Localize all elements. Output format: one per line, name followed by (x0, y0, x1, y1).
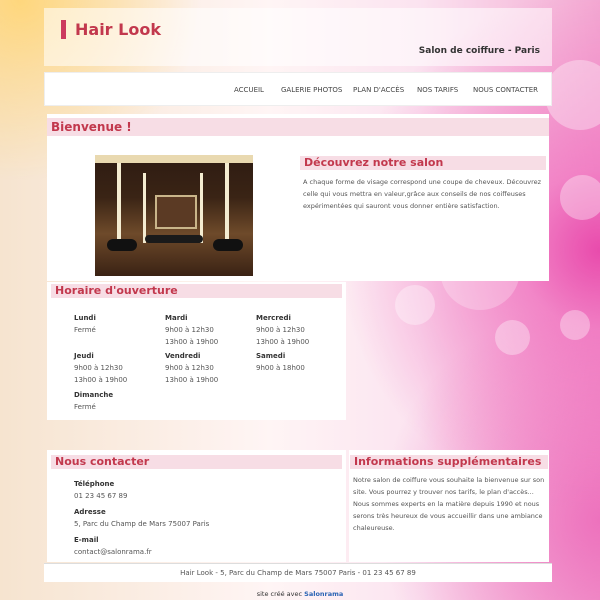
nav-item-accueil[interactable]: ACCUEIL (234, 86, 264, 94)
header: Hair Look Salon de coiffure - Paris (44, 8, 552, 66)
day-label: Lundi (74, 314, 96, 322)
info-text: Notre salon de coiffure vous souhaite la… (353, 476, 545, 532)
credit-prefix: site créé avec (256, 590, 305, 598)
hours-value: 13h00 à 19h00 (165, 376, 219, 384)
day-label: Mardi (165, 314, 188, 322)
site-credit: site créé avec Salonrama (0, 590, 600, 598)
contact-panel: Nous contacter Téléphone 01 23 45 67 89 … (47, 450, 346, 562)
hours-day: Dimanche Fermé (74, 389, 113, 413)
hours-value: 13h00 à 19h00 (74, 376, 128, 384)
bg-bubble (560, 175, 600, 220)
hours-value: Fermé (74, 403, 96, 411)
contact-title: Nous contacter (51, 455, 342, 469)
welcome-panel: Bienvenue ! Découvrez notre salon A chaq… (47, 114, 549, 281)
phone-label: Téléphone (74, 480, 115, 488)
hours-value: 9h00 à 12h30 (165, 364, 214, 372)
site-title[interactable]: Hair Look (75, 20, 161, 39)
hours-day: Vendredi 9h00 à 12h30 13h00 à 19h00 (165, 350, 218, 386)
hours-panel: Horaire d'ouverture Lundi Fermé Mardi 9h… (47, 282, 346, 420)
hours-value: 9h00 à 18h00 (256, 364, 305, 372)
main-nav: ACCUEIL GALERIE PHOTOS PLAN D'ACCÈS NOS … (44, 72, 552, 106)
hours-value: 13h00 à 19h00 (165, 338, 219, 346)
discover-title: Découvrez notre salon (300, 156, 546, 170)
day-label: Dimanche (74, 391, 114, 399)
hours-value: Fermé (74, 326, 96, 334)
hours-value: 13h00 à 19h00 (256, 338, 310, 346)
welcome-title: Bienvenue ! (47, 118, 549, 136)
info-panel: Informations supplémentaires Notre salon… (349, 450, 549, 562)
hours-title: Horaire d'ouverture (51, 284, 342, 298)
contact-details: Téléphone 01 23 45 67 89 Adresse 5, Parc… (74, 478, 209, 558)
hours-day: Jeudi 9h00 à 12h30 13h00 à 19h00 (74, 350, 127, 386)
nav-item-plan-acces[interactable]: PLAN D'ACCÈS (353, 86, 404, 94)
address-label: Adresse (74, 508, 106, 516)
day-label: Mercredi (256, 314, 291, 322)
discover-text: A chaque forme de visage correspond une … (303, 178, 542, 210)
nav-item-contact[interactable]: NOUS CONTACTER (473, 86, 538, 94)
logo-bar (61, 20, 66, 39)
day-label: Samedi (256, 352, 286, 360)
hours-value: 9h00 à 12h30 (74, 364, 123, 372)
address-value: 5, Parc du Champ de Mars 75007 Paris (74, 520, 210, 528)
info-title: Informations supplémentaires (350, 455, 548, 469)
day-label: Jeudi (74, 352, 94, 360)
hours-value: 9h00 à 12h30 (256, 326, 305, 334)
hours-day: Samedi 9h00 à 18h00 (256, 350, 305, 374)
email-label: E-mail (74, 536, 99, 544)
page-wrapper: Hair Look Salon de coiffure - Paris ACCU… (40, 0, 555, 583)
salonrama-link[interactable]: Salonrama (304, 590, 343, 598)
hours-day: Mercredi 9h00 à 12h30 13h00 à 19h00 (256, 312, 309, 348)
email-value[interactable]: contact@salonrama.fr (74, 546, 209, 558)
nav-item-galerie-photos[interactable]: GALERIE PHOTOS (281, 86, 342, 94)
bg-bubble (560, 310, 590, 340)
hours-day: Lundi Fermé (74, 312, 96, 336)
salon-photo (95, 155, 253, 276)
footer: Hair Look - 5, Parc du Champ de Mars 750… (44, 563, 552, 582)
nav-item-tarifs[interactable]: NOS TARIFS (417, 86, 458, 94)
day-label: Vendredi (165, 352, 201, 360)
hours-value: 9h00 à 12h30 (165, 326, 214, 334)
phone-value: 01 23 45 67 89 (74, 492, 128, 500)
hours-day: Mardi 9h00 à 12h30 13h00 à 19h00 (165, 312, 218, 348)
site-subtitle: Salon de coiffure - Paris (418, 46, 540, 56)
